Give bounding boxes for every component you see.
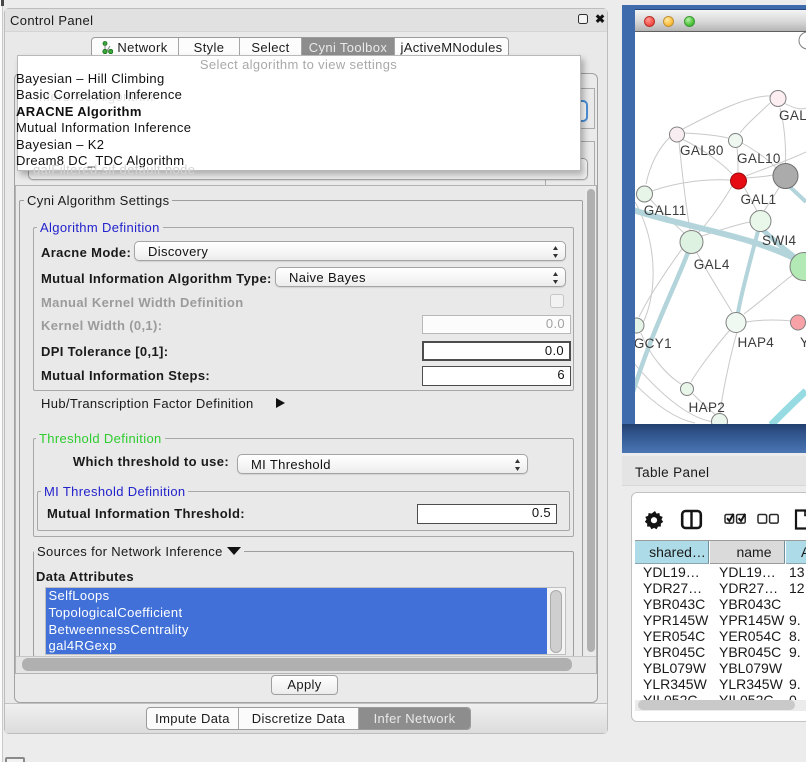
svg-text:GAL7: GAL7 [779,108,806,123]
svg-text:GCY1: GCY1 [635,336,672,351]
svg-text:GAL80: GAL80 [680,143,724,158]
svg-text:HAP4: HAP4 [738,335,775,350]
svg-text:GAL1: GAL1 [741,192,777,207]
svg-text:YEL: YEL [800,335,806,350]
svg-text:HAP2: HAP2 [689,400,726,415]
svg-text:GAL11: GAL11 [644,203,687,218]
svg-text:GAL10: GAL10 [737,151,781,166]
svg-text:SWI4: SWI4 [762,233,797,248]
svg-text:GAL4: GAL4 [694,257,730,272]
